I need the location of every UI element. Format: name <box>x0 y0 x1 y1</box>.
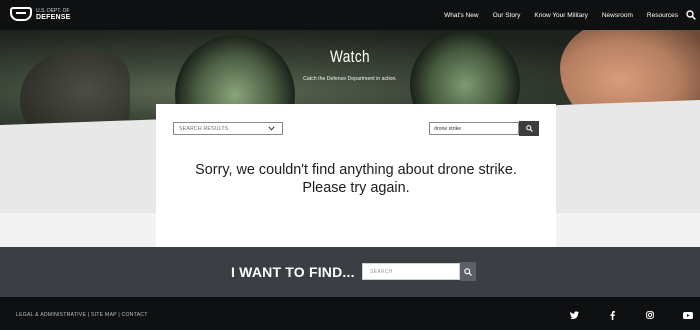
dropdown-selected-value: SEARCH RESULTS <box>179 125 229 132</box>
results-filter-dropdown[interactable]: SEARCH RESULTS <box>173 122 283 135</box>
find-search-button[interactable] <box>460 262 476 281</box>
pentagon-icon <box>10 7 32 21</box>
instagram-icon[interactable] <box>645 310 655 320</box>
find-search-placeholder: SEARCH <box>370 268 393 275</box>
results-card: SEARCH RESULTS drone strike Sorry, we co… <box>156 104 556 247</box>
search-icon[interactable] <box>686 10 696 20</box>
results-search-input[interactable]: drone strike <box>429 122 519 135</box>
no-results-message: Sorry, we couldn't find anything about d… <box>156 161 556 197</box>
chevron-down-icon <box>268 126 275 131</box>
facebook-icon[interactable] <box>607 310 617 320</box>
results-search-button[interactable] <box>519 121 539 136</box>
page-title: Watch <box>329 47 371 66</box>
page-subtitle: Catch the Defense Department in action. <box>303 76 397 82</box>
nav-links: What's New Our Story Know Your Military … <box>430 0 678 30</box>
logo-small-text: U.S. DEPT. OF <box>36 7 70 14</box>
search-icon <box>525 125 533 132</box>
no-results-line1: Sorry, we couldn't find anything about d… <box>195 162 517 178</box>
nav-resources[interactable]: Resources <box>647 12 678 19</box>
top-nav: U.S. DEPT. OF DEFENSE What's New Our Sto… <box>0 0 700 30</box>
find-search-input[interactable]: SEARCH <box>362 263 460 280</box>
find-band: I WANT TO FIND... <box>0 247 700 297</box>
footer: LEGAL & ADMINISTRATIVE | SITE MAP | CONT… <box>0 297 700 330</box>
nav-our-story[interactable]: Our Story <box>493 12 521 19</box>
dod-logo[interactable]: U.S. DEPT. OF DEFENSE <box>10 7 70 21</box>
find-label: I WANT TO FIND... <box>231 264 355 280</box>
twitter-icon[interactable] <box>569 310 579 320</box>
search-icon <box>464 267 472 276</box>
no-results-line2: Please try again. <box>302 180 410 196</box>
nav-whats-new[interactable]: What's New <box>444 12 478 19</box>
nav-know-your-military[interactable]: Know Your Military <box>534 12 587 19</box>
footer-links[interactable]: LEGAL & ADMINISTRATIVE | SITE MAP | CONT… <box>16 312 148 318</box>
logo-big-text: DEFENSE <box>36 13 71 21</box>
nav-newsroom[interactable]: Newsroom <box>602 12 633 19</box>
youtube-icon[interactable] <box>683 310 693 320</box>
search-input-value: drone strike <box>434 125 462 132</box>
